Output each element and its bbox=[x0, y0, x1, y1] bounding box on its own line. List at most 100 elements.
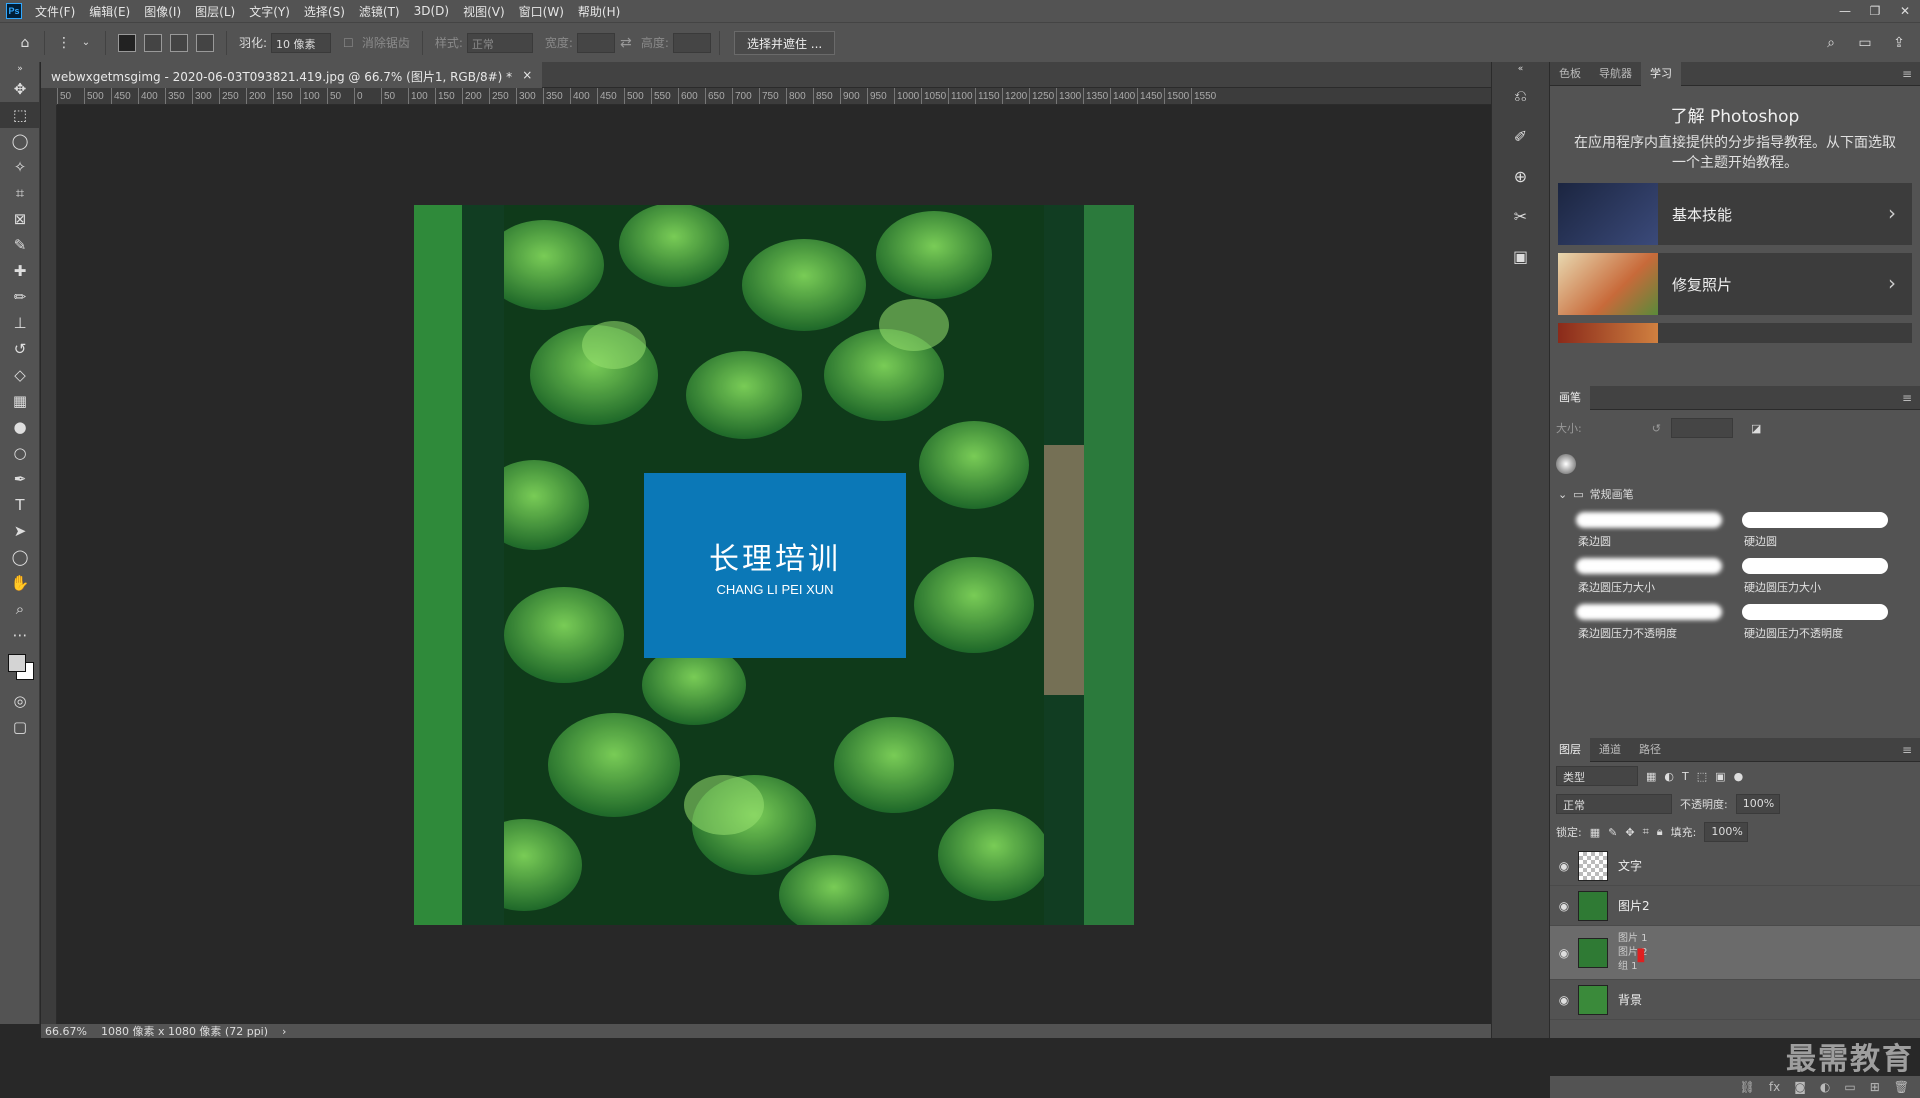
collapse-dock-icon[interactable]: « bbox=[1501, 62, 1541, 76]
learn-card-basic-skills[interactable]: 基本技能 › bbox=[1558, 183, 1912, 245]
tab-channels[interactable]: 通道 bbox=[1590, 738, 1630, 762]
brush-preview-icon[interactable] bbox=[1556, 454, 1576, 474]
panel-menu-icon[interactable]: ≡ bbox=[1902, 67, 1912, 81]
fx-icon[interactable]: fx bbox=[1769, 1080, 1780, 1094]
frame-tool-icon[interactable]: ⊠ bbox=[0, 206, 40, 232]
filter-shape-icon[interactable]: ⬚ bbox=[1697, 770, 1707, 783]
ellipse-tool-icon[interactable]: ◯ bbox=[0, 544, 40, 570]
swap-icon[interactable]: ⇄ bbox=[615, 32, 637, 54]
eye-icon[interactable]: ◉ bbox=[1550, 993, 1578, 1007]
brush-settings-icon[interactable]: ✐ bbox=[1501, 116, 1541, 156]
eye-icon[interactable]: ◉ bbox=[1550, 899, 1578, 913]
healing-brush-icon[interactable]: ✚ bbox=[0, 258, 40, 284]
layer-row-background[interactable]: ◉ 背景 bbox=[1550, 980, 1920, 1020]
brush-soft-round-pressure-opacity[interactable]: 柔边圆压力不透明度 bbox=[1572, 598, 1732, 644]
document-tab[interactable]: webwxgetmsgimg - 2020-06-03T093821.419.j… bbox=[41, 62, 543, 88]
screen-mode-icon[interactable]: ▢ bbox=[0, 714, 40, 740]
color-swatches[interactable] bbox=[0, 648, 40, 688]
chevron-down-icon[interactable]: ⌄ bbox=[1558, 488, 1567, 501]
brush-hard-round-pressure-opacity[interactable]: 硬边圆压力不透明度 bbox=[1738, 598, 1898, 644]
new-selection-icon[interactable] bbox=[118, 33, 136, 52]
more-tools-icon[interactable]: ⋯ bbox=[0, 622, 40, 648]
blur-tool-icon[interactable]: ● bbox=[0, 414, 40, 440]
canvas-area[interactable]: 长理培训 CHANG LI PEI XUN bbox=[57, 105, 1491, 1024]
home-icon[interactable]: ⌂ bbox=[14, 32, 36, 54]
layer-row-picture-2[interactable]: ◉ 图片2 bbox=[1550, 886, 1920, 926]
width-input[interactable] bbox=[576, 32, 615, 53]
move-tool-icon[interactable]: ✥ bbox=[0, 76, 40, 102]
reset-icon[interactable]: ↺ bbox=[1652, 422, 1661, 435]
adjustment-layer-icon[interactable]: ◐ bbox=[1820, 1080, 1830, 1094]
new-group-icon[interactable]: ▭ bbox=[1844, 1080, 1855, 1094]
crop-tool-icon[interactable]: ⌗ bbox=[0, 180, 40, 206]
dodge-tool-icon[interactable]: ○ bbox=[0, 440, 40, 466]
filter-adjustment-icon[interactable]: ◐ bbox=[1664, 770, 1674, 783]
collapse-icon[interactable]: » bbox=[0, 62, 40, 76]
menu-type[interactable]: 文字(Y) bbox=[242, 3, 297, 20]
filter-toggle-icon[interactable]: ● bbox=[1734, 770, 1744, 783]
lasso-tool-icon[interactable]: ◯ bbox=[0, 128, 40, 154]
layer-filter-select[interactable]: 类型 bbox=[1556, 766, 1638, 786]
learn-card-fix-photo[interactable]: 修复照片 › bbox=[1558, 253, 1912, 315]
clone-source-icon[interactable]: ⊕ bbox=[1501, 156, 1541, 196]
quick-mask-icon[interactable]: ◎ bbox=[0, 688, 40, 714]
eraser-tool-icon[interactable]: ◇ bbox=[0, 362, 40, 388]
menu-3d[interactable]: 3D(D) bbox=[407, 4, 456, 18]
link-layers-icon[interactable]: ⛓ bbox=[1740, 1080, 1755, 1094]
menu-select[interactable]: 选择(S) bbox=[297, 3, 352, 20]
lock-position-icon[interactable]: ✥ bbox=[1625, 826, 1634, 839]
lock-paint-icon[interactable]: ✎ bbox=[1608, 826, 1617, 839]
close-tab-icon[interactable]: × bbox=[522, 68, 532, 82]
restore-icon[interactable]: ❐ bbox=[1860, 4, 1890, 18]
tab-swatches[interactable]: 色板 bbox=[1550, 62, 1590, 86]
status-arrow-icon[interactable]: › bbox=[282, 1025, 286, 1038]
hand-tool-icon[interactable]: ✋ bbox=[0, 570, 40, 596]
type-tool-icon[interactable]: T bbox=[0, 492, 40, 518]
intersect-selection-icon[interactable] bbox=[196, 33, 214, 52]
eye-icon[interactable]: ◉ bbox=[1550, 946, 1578, 960]
menu-help[interactable]: 帮助(H) bbox=[571, 3, 627, 20]
select-and-mask-button[interactable]: 选择并遮住 ... bbox=[733, 30, 836, 55]
brush-size-input[interactable] bbox=[1670, 418, 1733, 438]
brush-folder[interactable]: ⌄ ▭ 常规画笔 bbox=[1550, 482, 1920, 506]
menu-window[interactable]: 窗口(W) bbox=[512, 3, 571, 20]
eyedropper-icon[interactable]: ✎ bbox=[0, 232, 40, 258]
height-input[interactable] bbox=[672, 32, 711, 53]
eye-icon[interactable]: ◉ bbox=[1550, 859, 1578, 873]
close-icon[interactable]: ✕ bbox=[1890, 4, 1920, 18]
menu-layer[interactable]: 图层(L) bbox=[188, 3, 242, 20]
zoom-tool-icon[interactable]: ⌕ bbox=[0, 596, 40, 622]
layer-row-picture-1[interactable]: ◉ 图片 1 图片 2 组 1 ▮ bbox=[1550, 926, 1920, 980]
brush-hard-round-pressure-size[interactable]: 硬边圆压力大小 bbox=[1738, 552, 1898, 598]
add-selection-icon[interactable] bbox=[144, 33, 162, 52]
share-icon[interactable]: ⇪ bbox=[1888, 32, 1910, 54]
panel-menu-icon[interactable]: ≡ bbox=[1902, 391, 1912, 405]
opacity-input[interactable]: 100% bbox=[1735, 794, 1780, 814]
gradient-tool-icon[interactable]: ▦ bbox=[0, 388, 40, 414]
blend-mode-select[interactable]: 正常 bbox=[1556, 794, 1672, 814]
lock-artboard-icon[interactable]: ⌗ bbox=[1643, 825, 1649, 839]
learn-card-partial[interactable] bbox=[1558, 323, 1912, 343]
fill-input[interactable]: 100% bbox=[1704, 822, 1749, 842]
layer-row-text[interactable]: ◉ 文字 bbox=[1550, 846, 1920, 886]
tab-paths[interactable]: 路径 bbox=[1630, 738, 1670, 762]
brush-tool-icon[interactable]: ✏ bbox=[0, 284, 40, 310]
marquee-preset-icon[interactable]: ⋮ bbox=[53, 32, 75, 54]
subtract-selection-icon[interactable] bbox=[170, 33, 188, 52]
panel-menu-icon[interactable]: ≡ bbox=[1902, 743, 1912, 757]
menu-edit[interactable]: 编辑(E) bbox=[82, 3, 137, 20]
menu-image[interactable]: 图像(I) bbox=[137, 3, 188, 20]
marquee-tool-icon[interactable]: ⬚ bbox=[0, 102, 40, 128]
magic-wand-icon[interactable]: ✧ bbox=[0, 154, 40, 180]
foreground-color-swatch[interactable] bbox=[8, 654, 26, 672]
menu-view[interactable]: 视图(V) bbox=[456, 3, 512, 20]
tab-layers[interactable]: 图层 bbox=[1550, 737, 1590, 762]
tab-learn[interactable]: 学习 bbox=[1641, 61, 1681, 86]
add-mask-icon[interactable]: ◙ bbox=[1794, 1080, 1806, 1094]
tab-navigator[interactable]: 导航器 bbox=[1590, 62, 1641, 86]
filter-type-icon[interactable]: T bbox=[1682, 770, 1689, 783]
stamp-tool-icon[interactable]: ⊥ bbox=[0, 310, 40, 336]
workspace-icon[interactable]: ▭ bbox=[1854, 32, 1876, 54]
zoom-level[interactable]: 66.67% bbox=[45, 1025, 87, 1038]
new-brush-icon[interactable]: ◪ bbox=[1751, 422, 1761, 435]
